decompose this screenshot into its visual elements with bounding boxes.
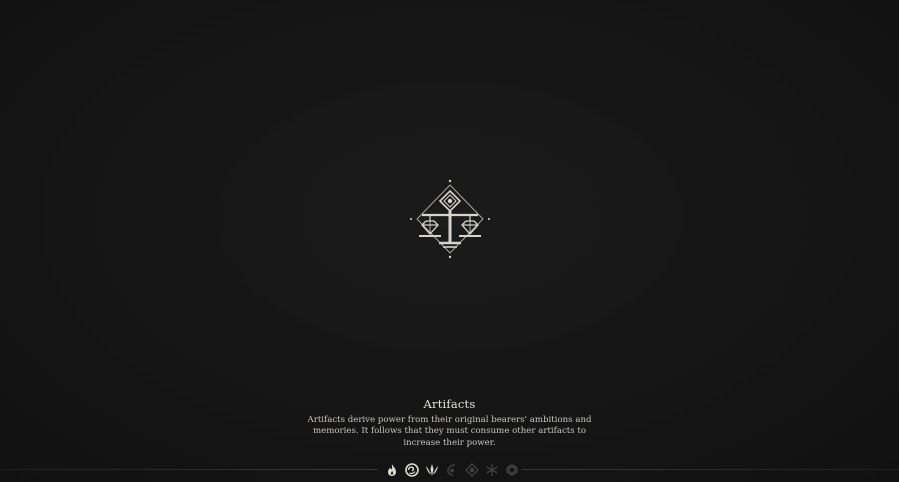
cryo-icon[interactable] [484, 463, 499, 478]
dendro-icon[interactable] [464, 463, 479, 478]
bottom-divider-left [0, 469, 378, 470]
screen-description: Artifacts derive power from their origin… [307, 415, 592, 448]
bottom-divider-right [522, 469, 899, 470]
artifact-scales-icon [410, 179, 490, 259]
geo-icon[interactable] [504, 463, 519, 478]
anemo-icon[interactable] [424, 463, 439, 478]
element-icon-row [384, 462, 519, 478]
pyro-icon[interactable] [384, 463, 399, 478]
screen-title: Artifacts [423, 397, 476, 411]
tutorial-screen: Artifacts Artifacts derive power from th… [0, 0, 899, 482]
electro-icon[interactable] [444, 463, 459, 478]
hydro-icon[interactable] [404, 463, 419, 478]
